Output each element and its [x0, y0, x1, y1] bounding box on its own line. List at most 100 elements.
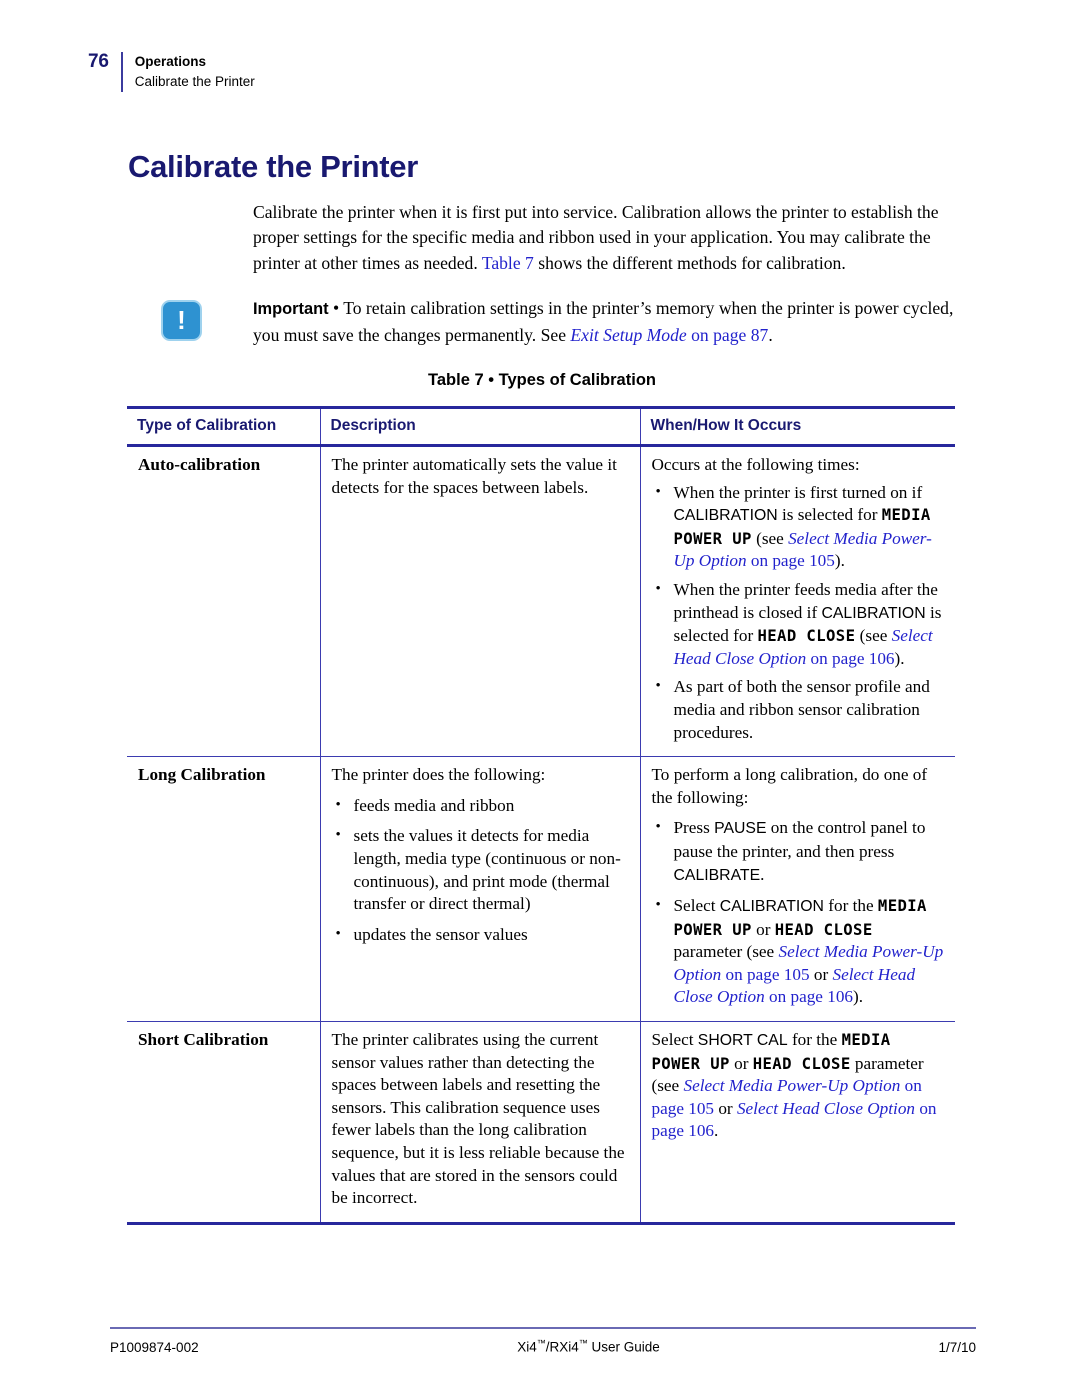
- running-header-divider: [120, 52, 123, 92]
- bullet-text-8: ).: [853, 987, 864, 1007]
- intro-paragraph: Calibrate the printer when it is first p…: [253, 200, 953, 277]
- occurs-text-3: or: [729, 1053, 753, 1073]
- exit-setup-mode-page-link[interactable]: on page 87: [687, 325, 768, 345]
- bullet-text-3: or: [751, 919, 775, 939]
- list-item: When the printer is first turned on if C…: [652, 481, 945, 573]
- bullet-text-1: Select: [673, 896, 720, 916]
- running-header-labels: Operations Calibrate the Printer: [135, 52, 255, 92]
- page-number: 76: [88, 51, 109, 72]
- list-item: When the printer feeds media after the p…: [652, 578, 945, 670]
- footer-guide-title: Xi4™/RXi4™ User Guide: [517, 1338, 660, 1355]
- important-text-3: .: [768, 324, 773, 345]
- important-note: ! Important • To retain calibration sett…: [161, 296, 956, 348]
- important-note-body: Important • To retain calibration settin…: [253, 296, 956, 348]
- bullet-text-3: (see: [751, 528, 789, 548]
- bullet-text-1: As part of both the sensor profile and m…: [673, 677, 930, 742]
- table-caption: Table 7 • Types of Calibration: [428, 371, 656, 389]
- select-media-power-up-option-link[interactable]: Select Media Power-Up Option: [683, 1076, 900, 1095]
- occurs-text: Select SHORT CAL for the MEDIA POWER UP …: [652, 1029, 945, 1143]
- important-exclamation-icon: !: [161, 300, 202, 341]
- table-7-link[interactable]: Table 7: [482, 253, 534, 273]
- exclamation-glyph: !: [177, 305, 186, 335]
- bullet-text-4: parameter (see: [673, 942, 779, 962]
- column-header-type: Type of Calibration: [127, 406, 320, 447]
- column-header-when-how: When/How It Occurs: [639, 406, 955, 447]
- occurs-bullet-list: When the printer is first turned on if C…: [652, 481, 945, 745]
- running-header: 76 Operations Calibrate the Printer: [88, 52, 255, 92]
- bullet-text-5: ).: [894, 648, 905, 668]
- list-item: Select CALIBRATION for the MEDIA POWER U…: [652, 894, 945, 1009]
- page-105-link[interactable]: on page 105: [751, 551, 835, 570]
- calibrate-key-label: CALIBRATE: [673, 866, 761, 884]
- important-separator: •: [328, 298, 344, 318]
- page-106-link[interactable]: on page 106: [811, 649, 895, 668]
- list-item: updates the sensor values: [332, 923, 629, 947]
- occurs-text-9: .: [714, 1121, 719, 1141]
- option-link[interactable]: Option: [867, 1099, 915, 1118]
- types-of-calibration-table-wrapper: Type of Calibration Description When/How…: [127, 406, 955, 1225]
- occurs-intro: Occurs at the following times:: [651, 455, 860, 474]
- occurs-text-6: or: [714, 1098, 737, 1118]
- types-of-calibration-table: Type of Calibration Description When/How…: [127, 406, 955, 1225]
- row-description-short-calibration: The printer calibrates using the current…: [319, 1021, 640, 1225]
- bullet-text-1: Press: [673, 818, 715, 838]
- description-intro: The printer does the following:: [331, 765, 546, 785]
- column-header-description: Description: [319, 406, 640, 447]
- description-intro: The printer automatically sets the value…: [331, 455, 617, 497]
- footer-part-number: P1009874-002: [110, 1339, 199, 1355]
- description-bullet-list: feeds media and ribbon sets the values i…: [332, 794, 629, 947]
- page-title: Calibrate the Printer: [128, 148, 419, 184]
- trademark-icon: ™: [578, 1338, 588, 1348]
- bullet-text-6: or: [809, 964, 833, 984]
- row-occurs-auto-calibration: Occurs at the following times: When the …: [639, 445, 955, 758]
- footer-guide-title-b: /RXi4: [545, 1339, 579, 1355]
- bullet-caps-1: CALIBRATION: [719, 898, 824, 916]
- list-item: Press PAUSE on the control panel to paus…: [652, 816, 945, 887]
- running-header-section: Calibrate the Printer: [134, 74, 255, 89]
- row-description-auto-calibration: The printer automatically sets the value…: [319, 445, 640, 758]
- page-106-link[interactable]: on page 106: [769, 987, 853, 1006]
- table-row: Short Calibration The printer calibrates…: [127, 1021, 955, 1225]
- description-intro: The printer calibrates using the current…: [331, 1030, 625, 1208]
- important-label: Important: [253, 300, 329, 318]
- select-head-close-link[interactable]: Select Head Close: [737, 1099, 863, 1118]
- intro-text-part2: shows the different methods for calibrat…: [533, 252, 846, 273]
- occurs-bullet-list: Press PAUSE on the control panel to paus…: [652, 816, 945, 1009]
- row-type-auto-calibration: Auto-calibration: [127, 445, 320, 758]
- row-type-long-calibration: Long Calibration: [127, 756, 320, 1023]
- bullet-caps-1: CALIBRATION: [821, 604, 926, 622]
- document-page: 76 Operations Calibrate the Printer Cali…: [0, 0, 1080, 1397]
- bullet-text-1: When the printer is first turned on if: [673, 482, 923, 502]
- bullet-lcd-2: HEAD CLOSE: [774, 920, 873, 939]
- footer-guide-title-a: Xi4: [517, 1339, 537, 1355]
- occurs-intro: To perform a long calibration, do one of…: [651, 765, 928, 807]
- bullet-text-5: ).: [834, 551, 845, 571]
- running-header-chapter: Operations: [134, 54, 206, 69]
- footer-date: 1/7/10: [938, 1339, 976, 1355]
- pause-key-label: PAUSE: [714, 820, 767, 838]
- occurs-text-1: Select: [651, 1030, 698, 1050]
- list-item: feeds media and ribbon: [332, 794, 629, 818]
- table-header-row: Type of Calibration Description When/How…: [127, 406, 955, 447]
- list-item: As part of both the sensor profile and m…: [652, 675, 945, 744]
- footer-divider: [110, 1327, 976, 1329]
- bullet-caps-1: CALIBRATION: [673, 507, 778, 525]
- occurs-lcd-2: HEAD CLOSE: [752, 1054, 851, 1073]
- bullet-text-2: for the: [823, 896, 878, 916]
- row-occurs-long-calibration: To perform a long calibration, do one of…: [639, 756, 955, 1023]
- table-row: Long Calibration The printer does the fo…: [127, 756, 955, 1023]
- exit-setup-mode-link[interactable]: Exit Setup Mode: [570, 325, 686, 345]
- page-105-link[interactable]: on page 105: [726, 965, 810, 984]
- row-type-short-calibration: Short Calibration: [127, 1021, 320, 1225]
- occurs-text-2: for the: [787, 1030, 842, 1050]
- short-cal-label: SHORT CAL: [697, 1032, 788, 1050]
- footer-guide-title-c: User Guide: [587, 1339, 660, 1355]
- table-row: Auto-calibration The printer automatical…: [127, 445, 955, 758]
- list-item: sets the values it detects for media len…: [332, 824, 629, 915]
- bullet-lcd-1: HEAD CLOSE: [757, 627, 856, 646]
- bullet-text-2: is selected for: [777, 505, 882, 525]
- trademark-icon: ™: [536, 1338, 546, 1348]
- row-description-long-calibration: The printer does the following: feeds me…: [319, 756, 640, 1023]
- bullet-text-3: .: [760, 864, 765, 884]
- bullet-text-3: (see: [855, 626, 892, 646]
